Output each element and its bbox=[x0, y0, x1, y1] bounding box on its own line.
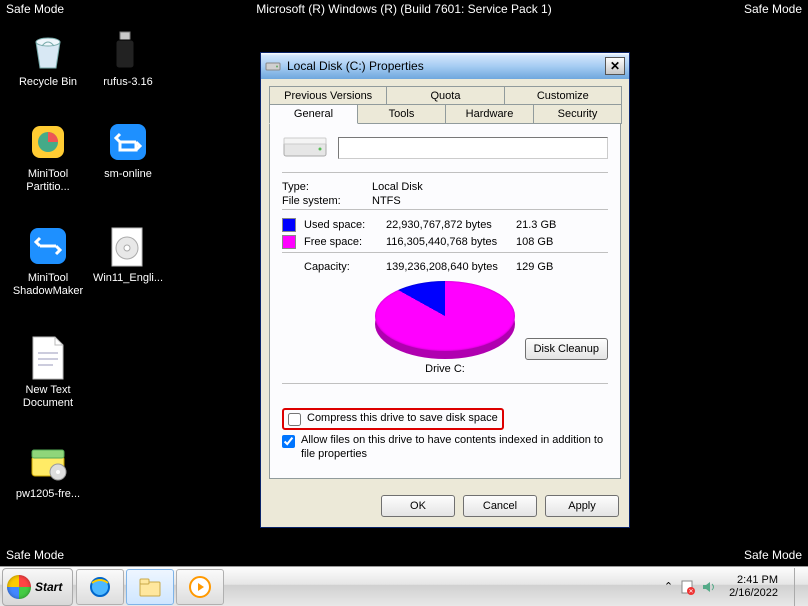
filesystem-value: NTFS bbox=[372, 195, 401, 207]
divider bbox=[282, 383, 608, 384]
free-space-gb: 108 GB bbox=[516, 236, 608, 248]
taskbar-clock[interactable]: 2:41 PM 2/16/2022 bbox=[725, 574, 782, 599]
tab-customize[interactable]: Customize bbox=[504, 86, 622, 105]
recycle-bin-icon bbox=[24, 26, 72, 74]
iso-disc-icon bbox=[104, 222, 152, 270]
desktop-icon-label: pw1205-fre... bbox=[10, 488, 86, 501]
dialog-title: Local Disk (C:) Properties bbox=[287, 59, 605, 73]
compress-checkbox[interactable] bbox=[288, 413, 301, 426]
installer-icon bbox=[24, 438, 72, 486]
desktop-icon-label: MiniTool ShadowMaker bbox=[10, 272, 86, 297]
desktop-icon-pw1205[interactable]: pw1205-fre... bbox=[10, 438, 86, 501]
type-value: Local Disk bbox=[372, 181, 423, 193]
volume-label-input[interactable] bbox=[338, 137, 608, 159]
desktop-icon-win11-english[interactable]: Win11_Engli... bbox=[90, 222, 166, 285]
taskbar-explorer[interactable] bbox=[126, 569, 174, 605]
desktop-icon-rufus[interactable]: rufus-3.16 bbox=[90, 26, 166, 89]
dialog-button-row: OK Cancel Apply bbox=[261, 487, 629, 527]
partition-wizard-icon bbox=[24, 118, 72, 166]
disk-usage-pie: Drive C: bbox=[282, 281, 608, 375]
desktop-icon-label: New Text Document bbox=[10, 384, 86, 409]
text-file-icon bbox=[24, 334, 72, 382]
tray-chevron-icon[interactable]: ⌃ bbox=[664, 580, 673, 593]
used-space-gb: 21.3 GB bbox=[516, 219, 608, 231]
filesystem-label: File system: bbox=[282, 195, 372, 207]
desktop-icon-recycle-bin[interactable]: Recycle Bin bbox=[10, 26, 86, 89]
action-center-icon[interactable]: ✕ bbox=[679, 579, 695, 595]
drive-caption: Drive C: bbox=[425, 363, 465, 375]
taskbar-media-player[interactable] bbox=[176, 569, 224, 605]
free-color-swatch bbox=[282, 235, 296, 249]
divider bbox=[282, 252, 608, 253]
compress-highlight: Compress this drive to save disk space bbox=[282, 408, 504, 430]
start-button[interactable]: Start bbox=[2, 568, 73, 606]
used-color-swatch bbox=[282, 218, 296, 232]
usb-drive-icon bbox=[104, 26, 152, 74]
apply-button[interactable]: Apply bbox=[545, 495, 619, 517]
media-player-icon bbox=[188, 575, 212, 599]
desktop-icon-label: Recycle Bin bbox=[10, 76, 86, 89]
desktop-icon-label: Win11_Engli... bbox=[90, 272, 166, 285]
internet-explorer-icon bbox=[88, 575, 112, 599]
windows-build-label: Microsoft (R) Windows (R) (Build 7601: S… bbox=[256, 2, 551, 16]
taskbar: Start ⌃ ✕ 2:41 PM 2/16/2022 bbox=[0, 566, 808, 606]
used-space-bytes: 22,930,767,872 bytes bbox=[386, 219, 516, 231]
divider bbox=[282, 172, 608, 173]
tab-quota[interactable]: Quota bbox=[386, 86, 504, 105]
capacity-bytes: 139,236,208,640 bytes bbox=[386, 261, 516, 273]
drive-icon bbox=[265, 58, 281, 74]
cancel-button[interactable]: Cancel bbox=[463, 495, 537, 517]
start-label: Start bbox=[35, 580, 62, 594]
file-explorer-icon bbox=[138, 576, 162, 598]
windows-orb-icon bbox=[7, 575, 31, 599]
disk-cleanup-button[interactable]: Disk Cleanup bbox=[525, 338, 608, 360]
free-space-bytes: 116,305,440,768 bytes bbox=[386, 236, 516, 248]
type-label: Type: bbox=[282, 181, 372, 193]
desktop-icon-label: rufus-3.16 bbox=[90, 76, 166, 89]
tab-security[interactable]: Security bbox=[533, 104, 622, 124]
compress-label: Compress this drive to save disk space bbox=[307, 412, 498, 426]
safe-mode-label-tr: Safe Mode bbox=[744, 2, 802, 16]
used-space-label: Used space: bbox=[304, 219, 386, 231]
divider bbox=[282, 209, 608, 210]
taskbar-ie[interactable] bbox=[76, 569, 124, 605]
close-button[interactable]: ✕ bbox=[605, 57, 625, 75]
safe-mode-label-tl: Safe Mode bbox=[6, 2, 64, 16]
tab-general[interactable]: General bbox=[269, 104, 358, 124]
desktop-icon-label: sm-online bbox=[90, 168, 166, 181]
safe-mode-label-bl: Safe Mode bbox=[6, 548, 64, 562]
show-desktop-button[interactable] bbox=[794, 568, 802, 606]
desktop-icon-sm-online[interactable]: sm-online bbox=[90, 118, 166, 181]
tab-panel-general: Type:Local Disk File system:NTFS Used sp… bbox=[269, 123, 621, 479]
desktop-icon-minitool-shadowmaker[interactable]: MiniTool ShadowMaker bbox=[10, 222, 86, 297]
tab-tools[interactable]: Tools bbox=[357, 104, 446, 124]
dialog-titlebar[interactable]: Local Disk (C:) Properties ✕ bbox=[261, 53, 629, 79]
properties-dialog: Local Disk (C:) Properties ✕ Previous Ve… bbox=[260, 52, 630, 528]
volume-icon[interactable] bbox=[701, 579, 717, 595]
ok-button[interactable]: OK bbox=[381, 495, 455, 517]
sm-online-icon bbox=[104, 118, 152, 166]
desktop-icon-new-text-document[interactable]: New Text Document bbox=[10, 334, 86, 409]
tab-previous-versions[interactable]: Previous Versions bbox=[269, 86, 387, 105]
clock-date: 2/16/2022 bbox=[729, 587, 778, 600]
svg-text:✕: ✕ bbox=[689, 589, 694, 595]
capacity-gb: 129 GB bbox=[516, 261, 608, 273]
shadowmaker-icon bbox=[24, 222, 72, 270]
free-space-label: Free space: bbox=[304, 236, 386, 248]
drive-large-icon bbox=[282, 134, 328, 162]
clock-time: 2:41 PM bbox=[729, 574, 778, 587]
tab-hardware[interactable]: Hardware bbox=[445, 104, 534, 124]
desktop-icon-label: MiniTool Partitio... bbox=[10, 168, 86, 193]
system-tray: ⌃ ✕ 2:41 PM 2/16/2022 bbox=[658, 567, 808, 606]
desktop-icon-minitool-partition[interactable]: MiniTool Partitio... bbox=[10, 118, 86, 193]
index-checkbox[interactable] bbox=[282, 435, 295, 448]
safe-mode-label-br: Safe Mode bbox=[744, 548, 802, 562]
capacity-label: Capacity: bbox=[304, 261, 386, 273]
index-label: Allow files on this drive to have conten… bbox=[301, 434, 608, 462]
